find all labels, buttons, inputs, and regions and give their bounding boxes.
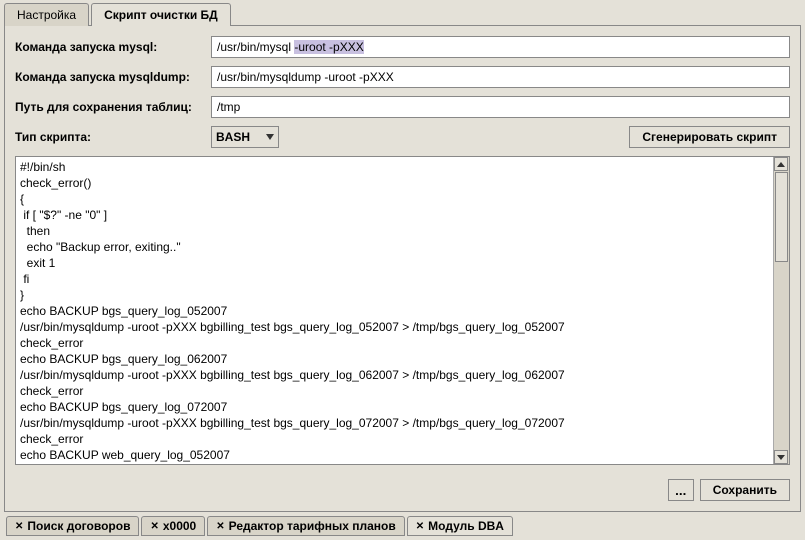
scroll-up-button[interactable] (774, 157, 788, 171)
bottom-tab-label: x0000 (163, 519, 196, 533)
row-script-type: Тип скрипта: BASH Сгенерировать скрипт (15, 126, 790, 148)
bottom-bar: ... Сохранить (15, 473, 790, 501)
close-icon[interactable]: ✕ (150, 521, 158, 532)
row-save-path: Путь для сохранения таблиц: /tmp (15, 96, 790, 118)
input-mysql-cmd[interactable]: /usr/bin/mysql -uroot -pXXX (211, 36, 790, 58)
bottom-tab[interactable]: ✕ x0000 (141, 516, 205, 536)
script-textarea[interactable]: #!/bin/sh check_error() { if [ "$?" -ne … (16, 157, 773, 464)
label-mysql-cmd: Команда запуска mysql: (15, 40, 205, 54)
bottom-tab-label: Модуль DBA (428, 519, 504, 533)
input-mysqldump-cmd[interactable]: /usr/bin/mysqldump -uroot -pXXX (211, 66, 790, 88)
input-mysql-plain: /usr/bin/mysql (217, 40, 294, 54)
tab-content: Команда запуска mysql: /usr/bin/mysql -u… (4, 25, 801, 512)
close-icon[interactable]: ✕ (416, 521, 424, 532)
script-textarea-wrap: #!/bin/sh check_error() { if [ "$?" -ne … (15, 156, 790, 465)
chevron-down-icon (266, 134, 274, 140)
scroll-thumb[interactable] (775, 172, 788, 262)
close-icon[interactable]: ✕ (15, 521, 23, 532)
bottom-tab[interactable]: ✕ Редактор тарифных планов (207, 516, 405, 536)
combo-script-type-value: BASH (216, 130, 250, 144)
top-tabstrip: Настройка Скрипт очистки БД (0, 2, 805, 25)
bottom-tab[interactable]: ✕ Модуль DBA (407, 516, 513, 536)
arrow-up-icon (777, 162, 785, 167)
tab-settings[interactable]: Настройка (4, 3, 89, 26)
vertical-scrollbar[interactable] (773, 157, 789, 464)
tab-cleanup-script[interactable]: Скрипт очистки БД (91, 3, 231, 26)
row-mysqldump-cmd: Команда запуска mysqldump: /usr/bin/mysq… (15, 66, 790, 88)
browse-button[interactable]: ... (668, 479, 694, 501)
bottom-tab-label: Редактор тарифных планов (229, 519, 396, 533)
input-save-path[interactable]: /tmp (211, 96, 790, 118)
app-window: Настройка Скрипт очистки БД Команда запу… (0, 0, 805, 540)
bottom-tab[interactable]: ✕ Поиск договоров (6, 516, 139, 536)
label-script-type: Тип скрипта: (15, 130, 205, 144)
label-save-path: Путь для сохранения таблиц: (15, 100, 205, 114)
row-mysql-cmd: Команда запуска mysql: /usr/bin/mysql -u… (15, 36, 790, 58)
bottom-tab-label: Поиск договоров (27, 519, 130, 533)
save-button[interactable]: Сохранить (700, 479, 790, 501)
combo-script-type[interactable]: BASH (211, 126, 279, 148)
generate-script-button[interactable]: Сгенерировать скрипт (629, 126, 790, 148)
arrow-down-icon (777, 455, 785, 460)
scroll-down-button[interactable] (774, 450, 788, 464)
close-icon[interactable]: ✕ (216, 521, 224, 532)
label-mysqldump-cmd: Команда запуска mysqldump: (15, 70, 205, 84)
bottom-tabstrip: ✕ Поиск договоров ✕ x0000 ✕ Редактор тарифных… (0, 512, 805, 540)
input-mysql-selection: -uroot -pXXX (294, 40, 363, 54)
